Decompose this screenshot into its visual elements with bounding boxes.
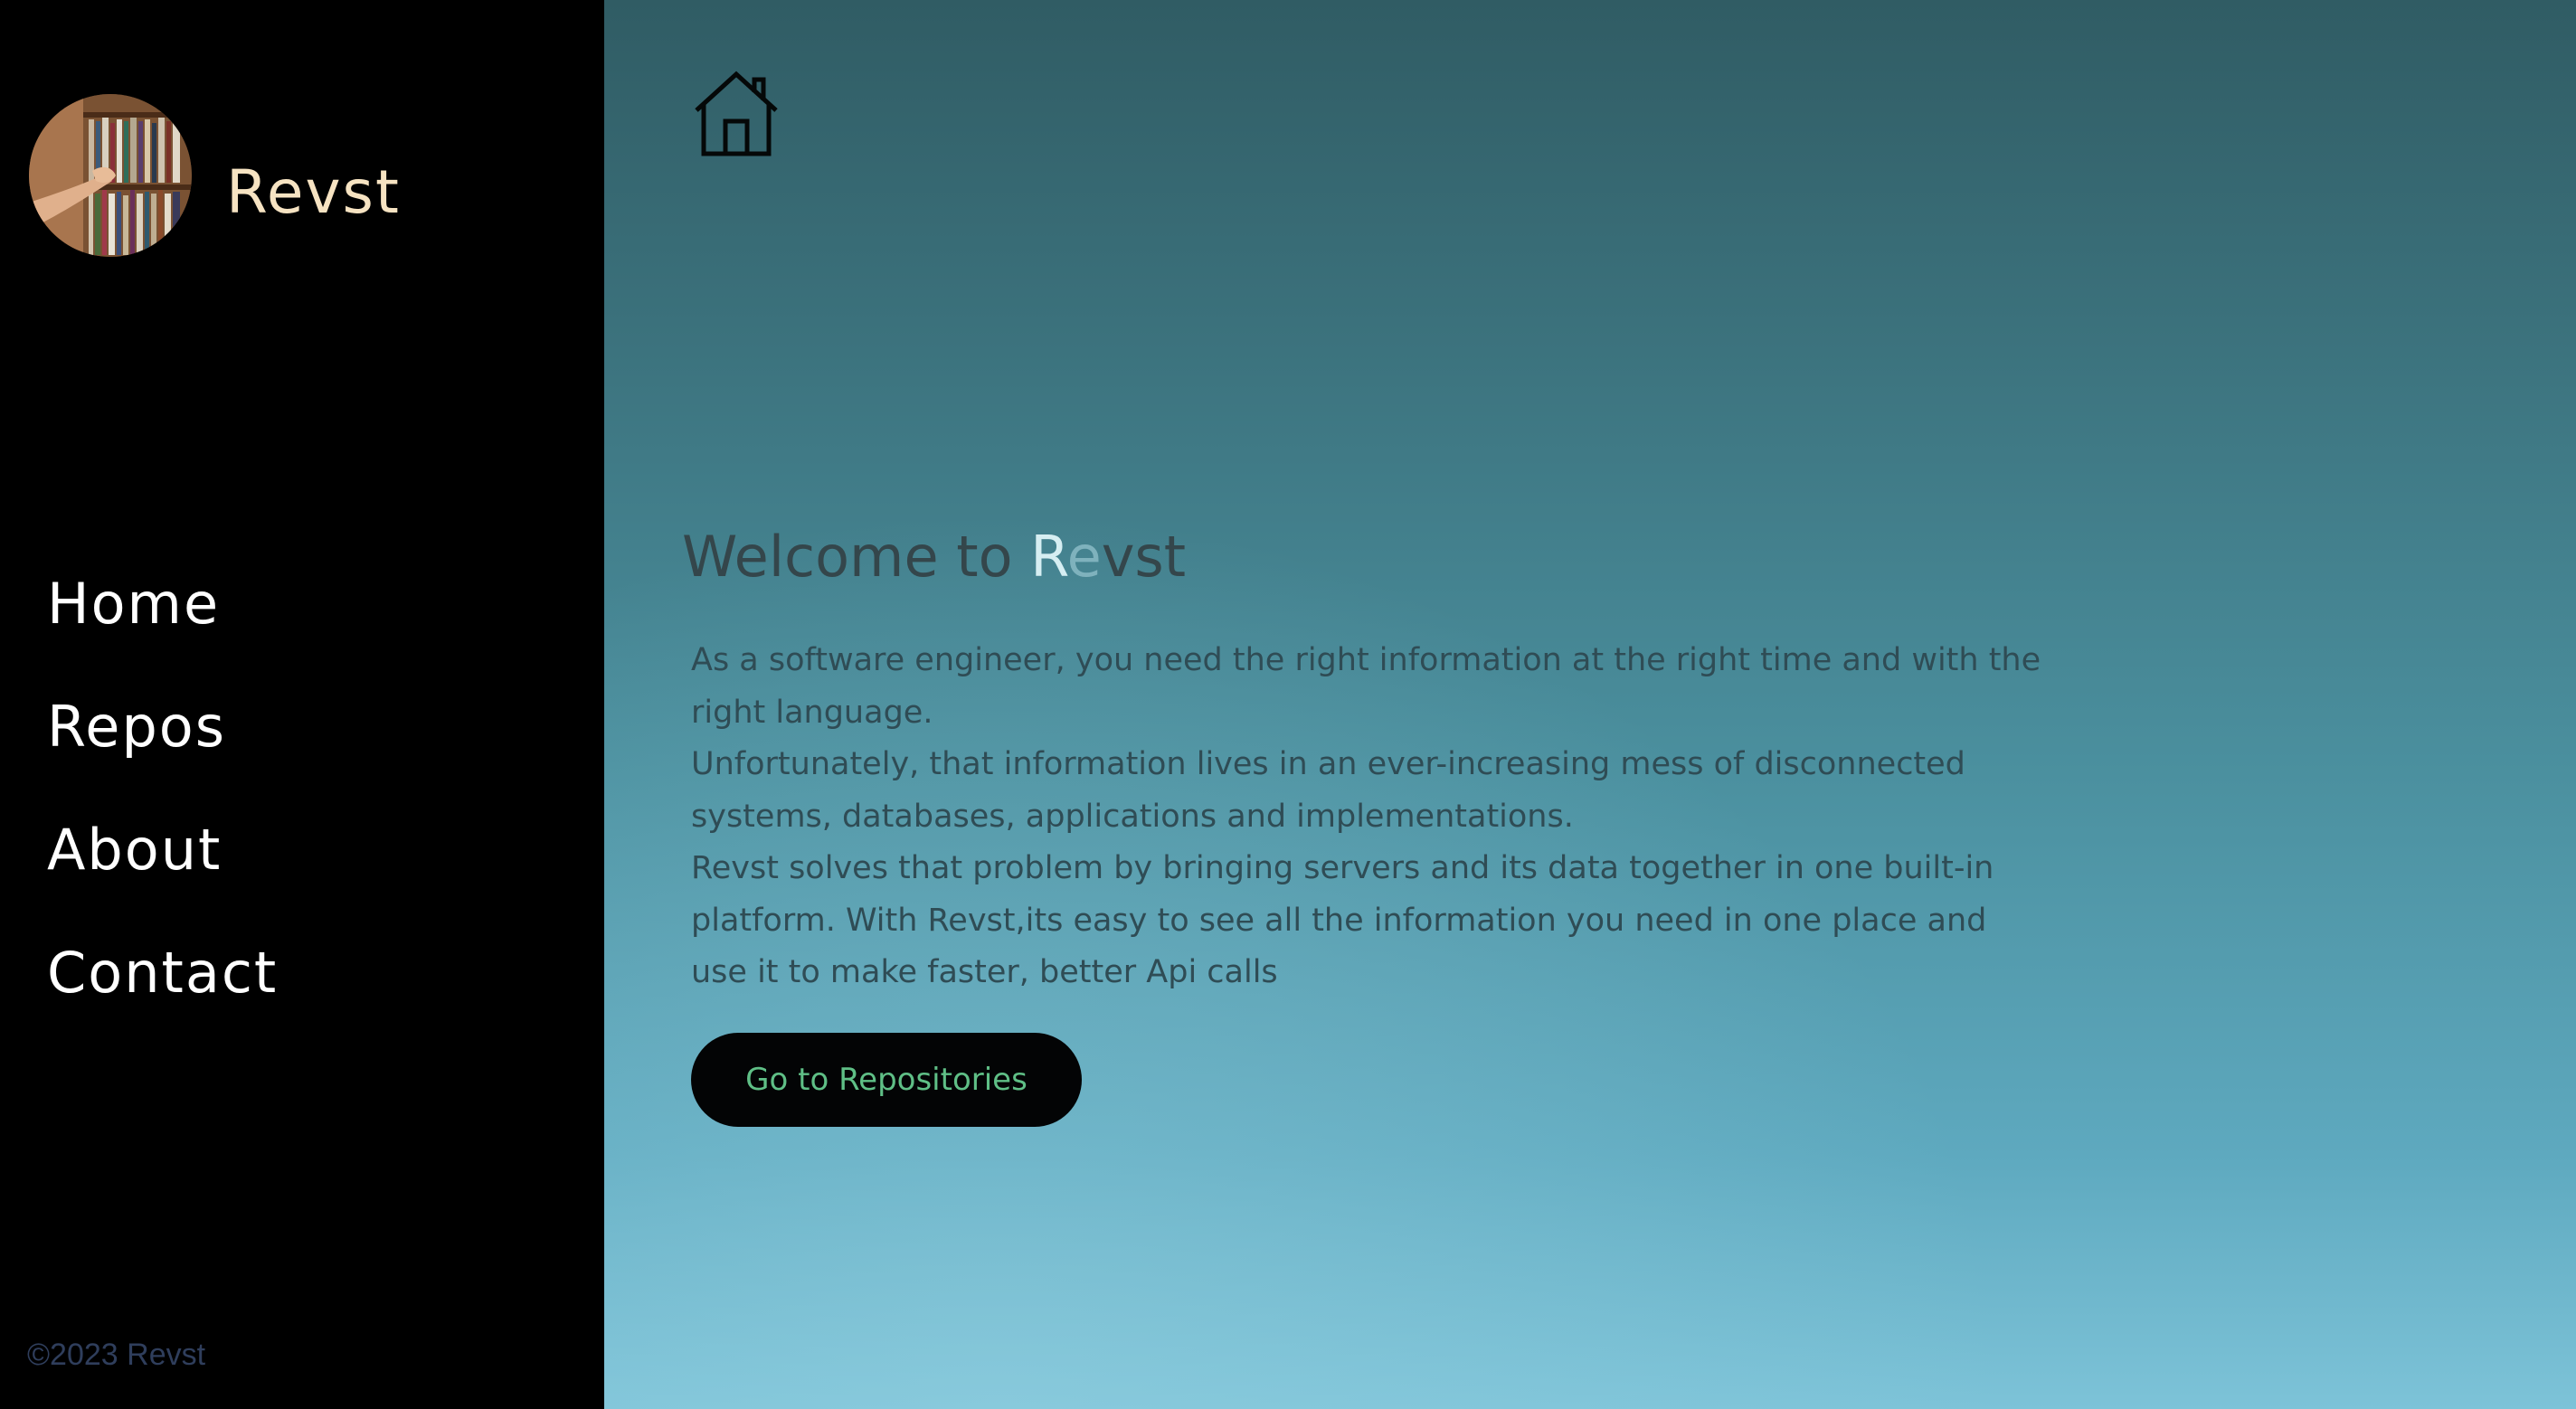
page-title: Welcome to Revst: [682, 523, 1186, 591]
nav-item-repos[interactable]: Repos: [47, 691, 278, 814]
go-to-repositories-button[interactable]: Go to Repositories: [691, 1033, 1082, 1127]
bookshelf-photo: [29, 94, 192, 257]
brand-name: Revst: [226, 157, 401, 227]
nav-item-about[interactable]: About: [47, 814, 278, 937]
main-content: Welcome to Revst As a software engineer,…: [604, 0, 2576, 1409]
intro-paragraph: Unfortunately, that information lives in…: [691, 746, 1965, 835]
intro-text: As a software engineer, you need the rig…: [691, 635, 2048, 999]
copyright: ©2023 Revst: [27, 1338, 206, 1372]
title-highlight-2: e: [1066, 524, 1102, 590]
avatar: [29, 94, 192, 257]
home-icon-link[interactable]: [691, 69, 781, 159]
title-highlight-1: R: [1030, 524, 1067, 590]
title-prefix: Welcome to: [682, 524, 1031, 590]
sidebar: Revst Home Repos About Contact ©2023 Rev…: [0, 0, 604, 1409]
nav-item-contact[interactable]: Contact: [47, 937, 278, 1060]
intro-paragraph: As a software engineer, you need the rig…: [691, 642, 2041, 731]
home-icon: [695, 71, 778, 156]
nav-item-home[interactable]: Home: [47, 568, 278, 691]
intro-paragraph: Revst solves that problem by bringing se…: [691, 850, 1994, 990]
main-nav: Home Repos About Contact: [47, 568, 278, 1060]
title-suffix: vst: [1101, 524, 1187, 590]
